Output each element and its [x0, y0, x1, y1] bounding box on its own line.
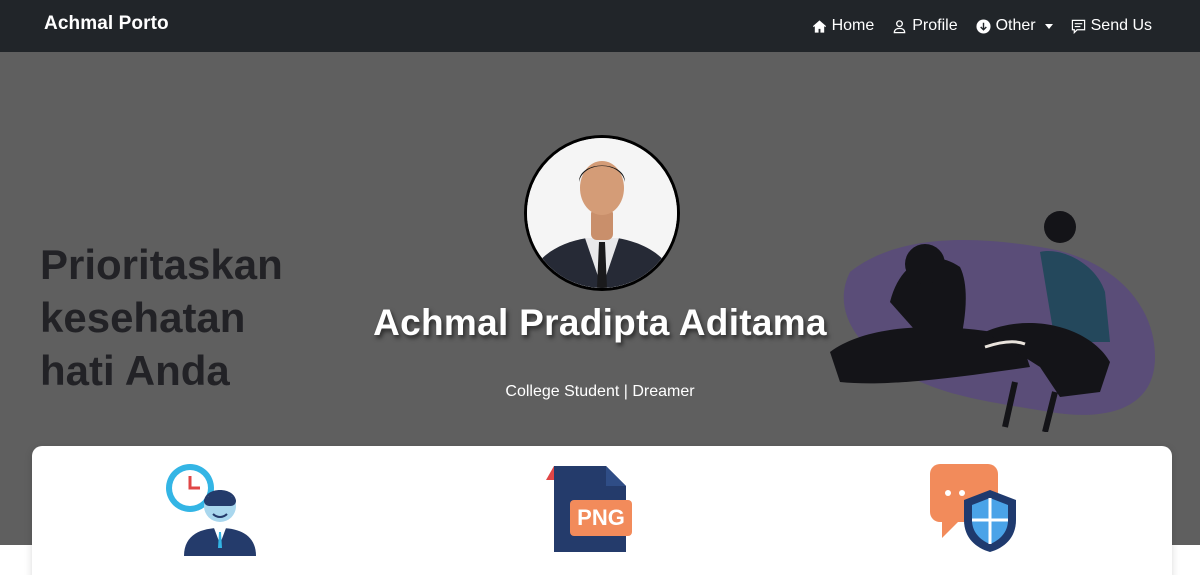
nav-other-label: Other [995, 17, 1036, 34]
features-card: PNG [32, 446, 1172, 575]
nav-home-label: Home [831, 17, 875, 34]
chevron-down-icon [1044, 23, 1053, 29]
hero-tagline: College Student | Dreamer [505, 383, 695, 400]
nav-send-us[interactable]: Send Us [1071, 17, 1152, 35]
png-file-icon: PNG [540, 460, 636, 556]
profile-photo [527, 138, 677, 288]
chat-square-text-icon [1071, 19, 1086, 34]
profile-avatar [524, 135, 680, 291]
person-icon [892, 19, 907, 34]
navbar: Achmal Porto Home Profile Other Send Us [0, 0, 1200, 52]
hero-bg-line-1: Prioritaskan [40, 241, 283, 288]
nav-profile-label: Profile [912, 17, 958, 34]
house-icon [812, 19, 827, 34]
secure-chat-shield-icon [920, 460, 1016, 556]
nav-home[interactable]: Home [812, 17, 875, 35]
nav-send-us-label: Send Us [1090, 17, 1152, 34]
nav-profile[interactable]: Profile [892, 17, 958, 35]
brand-link[interactable]: Achmal Porto [44, 13, 169, 35]
arrow-down-circle-icon [976, 18, 991, 34]
nav-menu: Home Profile Other Send Us [812, 0, 1152, 52]
time-management-person-icon [160, 460, 256, 556]
nav-other-dropdown[interactable]: Other [976, 17, 1053, 35]
hero-name: Achmal Pradipta Aditama [373, 302, 827, 343]
png-badge-text: PNG [577, 505, 625, 530]
